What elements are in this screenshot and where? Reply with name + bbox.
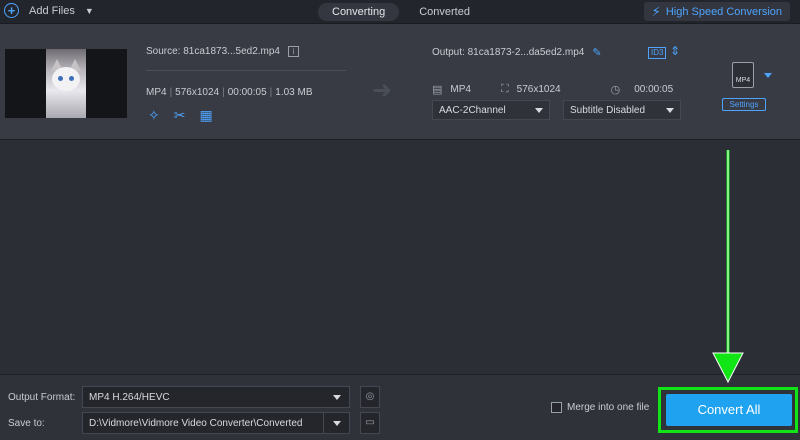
top-toolbar: + Add Files ▼ Converting Converted ⚡ Hig… (0, 0, 800, 24)
compress-icon[interactable]: ⇕ (670, 44, 680, 58)
output-line: Output: 81ca1873-2...da5ed2.mp4 ✎ (432, 46, 602, 59)
lightning-icon: ⚡ (651, 4, 661, 19)
output-format-value: MP4 H.264/HEVC (89, 392, 170, 403)
source-metadata: MP4 | 576x1024 | 00:00:05 | 1.03 MB (146, 87, 313, 98)
audio-track-value: AAC-2Channel (439, 105, 506, 116)
film-icon: ▤ (432, 84, 443, 96)
add-files-button[interactable]: + Add Files ▼ (4, 3, 94, 18)
kitten-thumbnail-image (46, 49, 86, 118)
convert-all-button[interactable]: Convert All (666, 394, 792, 426)
source-filename: Source: 81ca1873...5ed2.mp4 (146, 46, 280, 57)
source-format: MP4 (146, 87, 167, 98)
save-to-path: D:\Vidmore\Vidmore Video Converter\Conve… (89, 418, 303, 429)
edit-tools: ✧ ✂ ▦ (148, 108, 213, 122)
chevron-down-icon (535, 108, 543, 113)
merge-label: Merge into one file (567, 402, 650, 413)
save-to-dropdown[interactable]: D:\Vidmore\Vidmore Video Converter\Conve… (82, 412, 350, 434)
divider (146, 70, 346, 71)
output-resolution: 576x1024 (516, 84, 561, 95)
pencil-icon[interactable]: ✎ (592, 46, 601, 59)
subtitle-value: Subtitle Disabled (570, 105, 646, 116)
tab-converting[interactable]: Converting (318, 3, 400, 21)
tab-converted[interactable]: Converted (405, 3, 484, 21)
source-line: Source: 81ca1873...5ed2.mp4 i (146, 46, 299, 57)
file-item-row (0, 24, 800, 140)
video-thumbnail[interactable] (5, 49, 127, 118)
high-speed-conversion-label: High Speed Conversion (665, 5, 782, 18)
chevron-down-icon (666, 108, 674, 113)
source-duration: 00:00:05 (227, 87, 267, 98)
output-duration: 00:00:05 (634, 84, 674, 95)
chevron-down-icon[interactable]: ▼ (85, 6, 94, 16)
scissors-icon[interactable]: ✂ (174, 108, 186, 122)
output-filename: Output: 81ca1873-2...da5ed2.mp4 (432, 47, 585, 58)
output-metadata: ▤ MP4 ⛶ 576x1024 ◷ 00:00:05 (432, 83, 673, 96)
checkbox-box[interactable] (551, 402, 562, 413)
add-icon: + (4, 3, 19, 18)
save-to-label: Save to: (8, 418, 45, 429)
edit-effects-icon[interactable]: ▦ (199, 108, 212, 122)
format-settings-icon[interactable]: ◎ (360, 386, 380, 408)
source-resolution: 576x1024 (175, 87, 220, 98)
arrow-right-icon: ➜ (372, 77, 393, 104)
subtitle-dropdown[interactable]: Subtitle Disabled (563, 100, 681, 120)
folder-icon[interactable]: ▭ (360, 412, 380, 434)
mp4-format-icon[interactable]: MP4 (732, 62, 754, 88)
resolution-icon: ⛶ (500, 83, 509, 95)
source-size: 1.03 MB (275, 87, 313, 98)
id3-icon[interactable]: ID3 (648, 47, 667, 59)
high-speed-conversion-button[interactable]: ⚡ High Speed Conversion (643, 2, 790, 21)
tab-bar: Converting Converted (318, 3, 484, 21)
clock-icon: ◷ (610, 84, 621, 96)
chevron-down-icon (333, 421, 341, 426)
chevron-down-icon (333, 395, 341, 400)
file-list-empty-area (0, 141, 800, 374)
merge-checkbox[interactable]: Merge into one file (551, 402, 649, 413)
audio-track-dropdown[interactable]: AAC-2Channel (432, 100, 550, 120)
output-format: MP4 (450, 84, 471, 95)
output-format-label: Output Format: (8, 392, 76, 403)
settings-button[interactable]: Settings (722, 98, 766, 111)
chevron-down-icon[interactable] (764, 73, 772, 78)
output-format-dropdown[interactable]: MP4 H.264/HEVC (82, 386, 350, 408)
enhance-icon[interactable]: ✧ (148, 108, 160, 122)
info-icon[interactable]: i (287, 46, 299, 57)
add-files-label: Add Files (29, 4, 75, 17)
